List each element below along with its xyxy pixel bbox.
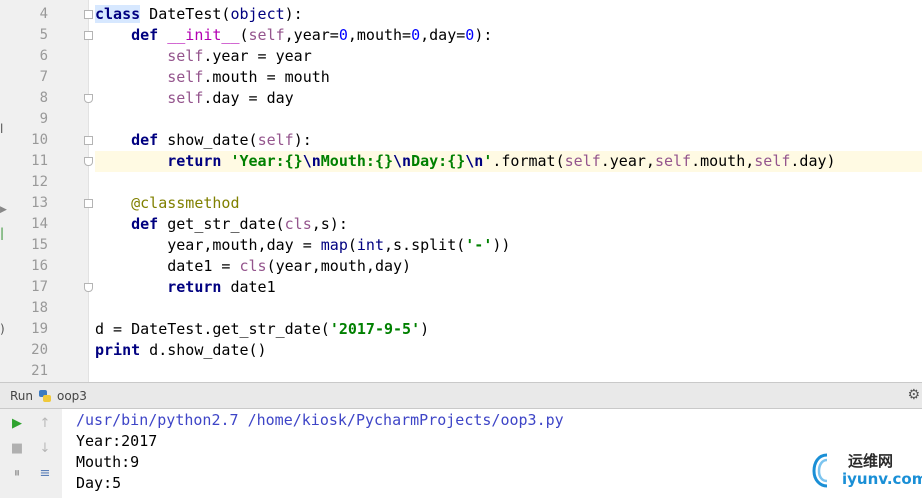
console-output-line: Day:5 — [76, 474, 122, 492]
fold-end-icon[interactable] — [84, 157, 93, 166]
line-number: 6 — [39, 48, 48, 64]
run-panel-header: Run oop3 ⚙ — [0, 382, 922, 409]
line-number: 12 — [31, 174, 48, 190]
code-line-13: @classmethod — [131, 194, 240, 212]
arrow-up-icon[interactable]: ↑ — [36, 415, 54, 433]
console-output[interactable]: /usr/bin/python2.7 /home/kiosk/PycharmPr… — [62, 409, 922, 498]
code-line-17: return date1 — [167, 278, 276, 296]
watermark-bottom-text: iyunv.com — [842, 470, 922, 488]
watermark-top-text: 运维网 — [848, 452, 894, 470]
strip-marker: ) — [0, 322, 5, 336]
fold-end-icon[interactable] — [84, 283, 93, 292]
line-number: 20 — [31, 342, 48, 358]
line-number: 19 — [31, 321, 48, 337]
run-tab-label[interactable]: Run — [10, 389, 33, 403]
code-line-14: def get_str_date(cls,s): — [131, 215, 348, 233]
line-number: 15 — [31, 237, 48, 253]
code-line-20: print d.show_date() — [95, 341, 267, 359]
line-number: 7 — [39, 69, 48, 85]
strip-marker: l — [0, 122, 4, 136]
console-output-line: Year:2017 — [76, 432, 158, 450]
pause-icon[interactable]: ⏸ — [8, 465, 26, 483]
line-number: 21 — [31, 363, 48, 379]
code-line-16: date1 = cls(year,mouth,day) — [167, 257, 412, 275]
python-icon — [39, 390, 51, 402]
fold-icon[interactable] — [84, 31, 93, 40]
line-number: 18 — [31, 300, 48, 316]
stop-icon[interactable]: ■ — [8, 440, 26, 458]
line-number-gutter: 4 5 6 7 8 9 10 11 12 13 14 15 16 17 18 1… — [22, 0, 93, 382]
code-line-6: self.year = year — [167, 47, 312, 65]
expand-arrow-icon[interactable]: ▶ — [0, 205, 8, 215]
code-line-10: def show_date(self): — [131, 131, 312, 149]
console-output-line: Mouth:9 — [76, 453, 140, 471]
run-config-name[interactable]: oop3 — [57, 389, 87, 403]
line-number: 11 — [31, 153, 48, 169]
soft-wrap-icon[interactable]: ≡ — [36, 465, 54, 483]
watermark: 运维网 iyunv.com — [812, 450, 922, 492]
fold-icon[interactable] — [84, 10, 93, 19]
strip-marker-green: | — [0, 226, 5, 240]
line-number: 8 — [39, 90, 48, 106]
fold-end-icon[interactable] — [84, 94, 93, 103]
code-line-5: def __init__(self,year=0,mouth=0,day=0): — [131, 26, 493, 44]
line-number: 9 — [39, 111, 48, 127]
gear-icon[interactable]: ⚙ — [907, 387, 920, 403]
code-line-7: self.mouth = mouth — [167, 68, 330, 86]
line-number: 13 — [31, 195, 48, 211]
fold-icon[interactable] — [84, 136, 93, 145]
left-tool-strip: l ▶ | ) — [0, 0, 23, 382]
rerun-play-icon[interactable]: ▶ — [8, 415, 26, 433]
fold-icon[interactable] — [84, 199, 93, 208]
code-line-8: self.day = day — [167, 89, 294, 107]
watermark-logo-icon — [812, 453, 828, 488]
code-line-11: return 'Year:{}\nMouth:{}\nDay:{}\n'.for… — [95, 151, 922, 172]
run-toolbar: ▶ ↑ ■ ↓ ⏸ ≡ — [0, 409, 63, 498]
arrow-down-icon[interactable]: ↓ — [36, 440, 54, 458]
line-number: 4 — [39, 6, 48, 22]
line-number: 16 — [31, 258, 48, 274]
console-command-line: /usr/bin/python2.7 /home/kiosk/PycharmPr… — [76, 411, 564, 429]
code-line-4: class DateTest(object): — [95, 5, 303, 23]
line-number: 14 — [31, 216, 48, 232]
code-editor[interactable]: l ▶ | ) 4 5 6 7 8 9 10 11 12 13 14 15 16… — [0, 0, 922, 382]
line-number: 5 — [39, 27, 48, 43]
line-number: 10 — [31, 132, 48, 148]
code-line-15: year,mouth,day = map(int,s.split('-')) — [167, 236, 511, 254]
code-line-19: d = DateTest.get_str_date('2017-9-5') — [95, 320, 430, 338]
code-area[interactable]: class DateTest(object): def __init__(sel… — [95, 0, 922, 382]
line-number: 17 — [31, 279, 48, 295]
